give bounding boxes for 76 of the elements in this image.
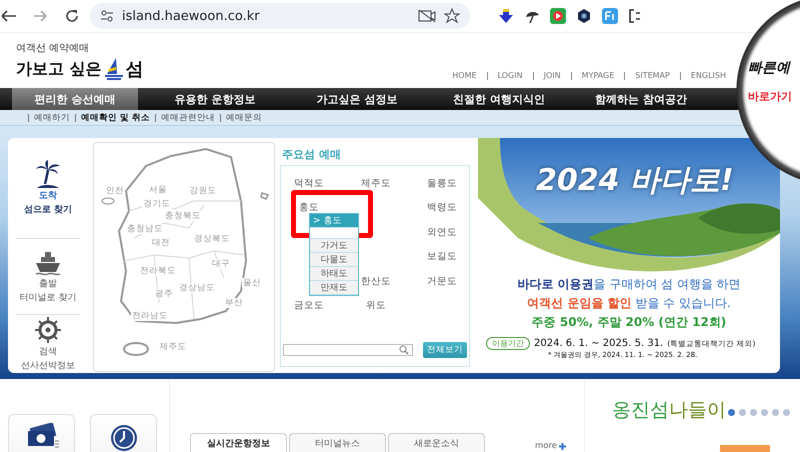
clock-icon — [108, 423, 138, 452]
logo-text: 섬 — [126, 58, 144, 81]
subnav-link[interactable]: 예매확인 및 취소 — [75, 114, 155, 122]
sailboat-logo-icon — [104, 57, 124, 81]
quick-menu-title[interactable]: 빠른예 — [748, 59, 790, 77]
island-link[interactable]: 울릉도 — [427, 176, 457, 190]
island-link[interactable]: 거문도 — [427, 274, 457, 288]
island-link[interactable]: 위도 — [366, 299, 386, 312]
download-arrow-icon[interactable] — [498, 8, 514, 24]
carousel-dot[interactable] — [761, 409, 768, 416]
subnav-link[interactable]: 예매문의 — [220, 114, 267, 122]
sidebar-item[interactable]: 도착 섬으로 찾기 — [16, 138, 80, 239]
carousel-dot[interactable] — [739, 409, 746, 416]
palm-tree-icon — [34, 160, 62, 188]
site-settings-icon[interactable] — [100, 9, 114, 23]
subnav-link[interactable]: 예매하기 — [28, 114, 75, 122]
plus-icon — [559, 442, 566, 450]
bookmark-star-icon[interactable] — [444, 8, 460, 24]
island-link[interactable]: 금오도 — [294, 299, 324, 312]
promo-text: 여객선 운임을 할인 받을 수 있습니다. — [527, 295, 731, 312]
promo-text: 주중 50%, 주말 20% (연간 12회) — [532, 314, 726, 331]
search-field[interactable] — [283, 344, 413, 356]
header-link[interactable]: MYPAGE — [570, 72, 624, 80]
carousel-dot[interactable] — [750, 409, 757, 416]
period-dates: 2024. 6. 1. ~ 2025. 5. 31. — [534, 338, 664, 349]
search-icon[interactable] — [399, 345, 409, 355]
bracket-icon[interactable] — [628, 8, 642, 24]
carousel-dot[interactable] — [783, 409, 790, 416]
news-tab[interactable]: 터미널뉴스 — [289, 433, 386, 452]
quick-menu-link[interactable]: 바로가기 — [748, 89, 792, 104]
ship-wheel-icon — [34, 316, 62, 344]
island-link[interactable]: 홍도 — [299, 201, 319, 214]
url-text: island.haewoon.co.kr — [122, 8, 260, 24]
header-link[interactable]: LOGIN — [486, 72, 533, 80]
quick-menu-card[interactable] — [8, 414, 75, 452]
nav-tab[interactable]: 함께하는 참여공간 — [570, 88, 712, 110]
news-tab[interactable]: 새로운소식 — [388, 433, 485, 452]
banner-title: 2024 바다로! — [536, 162, 734, 200]
logo-tagline: 여객선 예약예매 — [16, 42, 90, 55]
quick-menu-card[interactable] — [90, 414, 157, 452]
more-link[interactable]: more — [534, 441, 566, 451]
island-link[interactable]: 한산도 — [361, 274, 391, 288]
dropdown-item[interactable]: 다물도 — [310, 253, 358, 267]
section-title: 주요섬 예매 — [281, 146, 342, 162]
island-link[interactable]: 덕적도 — [294, 176, 324, 190]
island-link[interactable]: 제주도 — [361, 176, 391, 190]
banner-strip — [720, 445, 770, 452]
camera-off-icon[interactable] — [418, 9, 436, 23]
carousel-dot[interactable] — [772, 409, 779, 416]
dropdown-item[interactable]: 하태도 — [310, 267, 358, 281]
header-link[interactable]: JOIN — [532, 72, 571, 80]
sidebar-item[interactable]: 출발 터미널로 찾기 — [16, 238, 80, 316]
island-link[interactable]: 외연도 — [427, 226, 457, 239]
nav-tab[interactable]: 편리한 승선예매 — [12, 88, 138, 110]
letter-tile-icon[interactable] — [602, 8, 618, 24]
play-icon[interactable] — [550, 8, 566, 24]
dropdown-item[interactable]: 가거도 — [310, 239, 358, 253]
address-bar[interactable]: island.haewoon.co.kr — [90, 3, 470, 29]
hexagon-icon[interactable] — [576, 8, 592, 24]
island-link[interactable]: 백령도 — [427, 201, 457, 214]
reload-icon[interactable] — [64, 8, 80, 24]
period-label: 이용기간 — [486, 337, 530, 350]
nav-tab[interactable]: 유용한 운항정보 — [144, 88, 286, 110]
subnav-link[interactable]: 예매관련안내 — [154, 114, 220, 122]
carousel-dot[interactable] — [728, 409, 735, 416]
nav-tab[interactable]: 친절한 여행지식인 — [428, 88, 570, 110]
sidebar-item[interactable]: 검색 선사선박정보 — [16, 315, 80, 373]
dropdown-item[interactable]: 만재도 — [310, 281, 358, 295]
nav-tab[interactable]: 가고싶은 섬정보 — [286, 88, 428, 110]
header-link[interactable]: SITEMAP — [624, 72, 680, 80]
header-link[interactable]: HOME — [442, 72, 487, 80]
news-tab[interactable]: 실시간운항정보 — [190, 433, 287, 452]
promo-heading: 옹진섬 나들이 — [612, 398, 726, 423]
logo-text: 가보고 싶은 — [16, 58, 102, 80]
promo-text: 바다로 이용권을 구매하여 섬 여행을 하면 — [517, 276, 741, 293]
island-link[interactable]: 보길도 — [427, 250, 457, 264]
